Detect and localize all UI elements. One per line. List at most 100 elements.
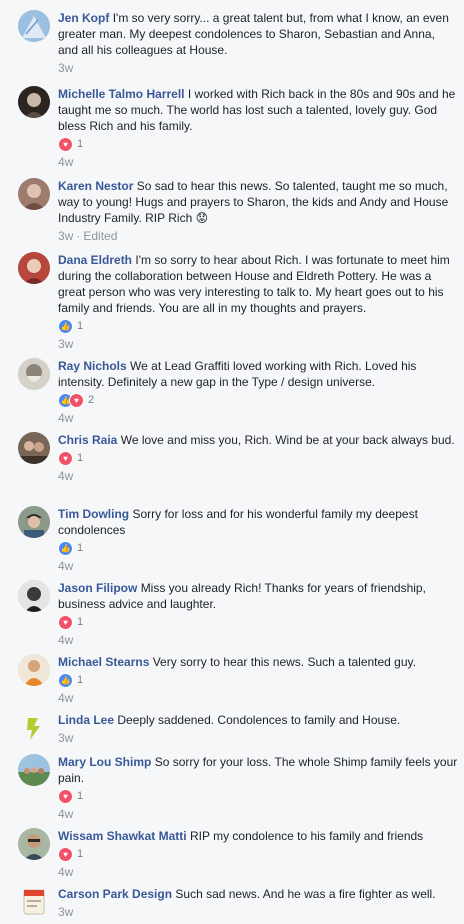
comment-author[interactable]: Karen Nestor	[58, 179, 133, 193]
comment-time[interactable]: 4w	[58, 155, 73, 169]
edited-label[interactable]: Edited	[83, 229, 117, 243]
comment-text: Chris Raia We love and miss you, Rich. W…	[58, 432, 458, 448]
meta-separator: ·	[76, 229, 81, 243]
comment-author[interactable]: Mary Lou Shimp	[58, 755, 151, 769]
comment-author[interactable]: Michelle Talmo Harrell	[58, 87, 185, 101]
comment-timestamp[interactable]: 4w	[58, 806, 458, 822]
comment-timestamp[interactable]: 4w	[58, 468, 458, 484]
comment-time[interactable]: 4w	[58, 469, 73, 483]
reaction-summary[interactable]: ♥ 1	[58, 136, 458, 152]
comment-text: Carson Park Design Such sad news. And he…	[58, 886, 458, 902]
comment-author[interactable]: Dana Eldreth	[58, 253, 132, 267]
comment-text: Michael Stearns Very sorry to hear this …	[58, 654, 458, 670]
comment-author[interactable]: Wissam Shawkat Matti	[58, 829, 187, 843]
comment-author[interactable]: Tim Dowling	[58, 507, 129, 521]
comment-time[interactable]: 4w	[58, 807, 73, 821]
comment-timestamp[interactable]: 4w	[58, 864, 458, 880]
comment-time[interactable]: 3w	[58, 61, 73, 75]
heart-icon: ♥	[58, 136, 73, 152]
avatar[interactable]	[18, 252, 50, 284]
like-icon: 👍	[58, 318, 73, 334]
comment-timestamp[interactable]: 4w	[58, 558, 458, 574]
comment-author[interactable]: Jen Kopf	[58, 11, 109, 25]
reaction-count: 1	[77, 138, 84, 150]
comment-author[interactable]: Chris Raia	[58, 433, 117, 447]
avatar[interactable]	[18, 10, 50, 42]
comment-text: Karen Nestor So sad to hear this news. S…	[58, 178, 458, 226]
avatar[interactable]	[18, 654, 50, 686]
comment-author[interactable]: Carson Park Design	[58, 887, 172, 901]
reaction-count: 1	[77, 542, 84, 554]
reaction-summary[interactable]: ♥ 1	[58, 450, 458, 466]
comment-message: We love and miss you, Rich. Wind be at y…	[120, 433, 455, 447]
comment-author[interactable]: Ray Nichols	[58, 359, 127, 373]
comment-text: Linda Lee Deeply saddened. Condolences t…	[58, 712, 458, 728]
reaction-summary[interactable]: 👍 1	[58, 540, 458, 556]
comment-timestamp[interactable]: 3w	[58, 904, 458, 920]
heart-icon: ♥	[58, 788, 73, 804]
avatar[interactable]	[18, 358, 50, 390]
heart-icon: ♥	[58, 846, 73, 862]
reaction-count: 1	[77, 320, 84, 332]
avatar[interactable]	[18, 178, 50, 210]
comment-message: Very sorry to hear this news. Such a tal…	[152, 655, 416, 669]
like-icon: 👍	[58, 540, 73, 556]
comment-time[interactable]: 4w	[58, 411, 73, 425]
reaction-count: 1	[77, 674, 84, 686]
avatar[interactable]	[18, 712, 50, 744]
comment-text: Jason Filipow Miss you already Rich! Tha…	[58, 580, 458, 612]
avatar[interactable]	[18, 432, 50, 464]
reaction-summary[interactable]: 👍 ♥ 2	[58, 392, 458, 408]
comment-time[interactable]: 4w	[58, 865, 73, 879]
comment-timestamp[interactable]: 3w	[58, 60, 458, 76]
comment-time[interactable]: 4w	[58, 633, 73, 647]
comment-message: I'm so very sorry... a great talent but,…	[58, 11, 449, 57]
comment-message: Deeply saddened. Condolences to family a…	[117, 713, 401, 727]
heart-icon: ♥	[58, 450, 73, 466]
reaction-summary[interactable]: 👍 1	[58, 672, 458, 688]
comment-text: Mary Lou Shimp So sorry for your loss. T…	[58, 754, 458, 786]
comment-timestamp[interactable]: 3w	[58, 730, 458, 746]
comment-timestamp[interactable]: 4w	[58, 690, 458, 706]
avatar[interactable]	[18, 86, 50, 118]
comment-text: Dana Eldreth I'm so sorry to hear about …	[58, 252, 458, 316]
reaction-summary[interactable]: ♥ 1	[58, 846, 458, 862]
comment-time[interactable]: 3w	[58, 337, 73, 351]
avatar[interactable]	[18, 828, 50, 860]
reaction-summary[interactable]: ♥ 1	[58, 614, 458, 630]
comment-text: Michelle Talmo Harrell I worked with Ric…	[58, 86, 458, 134]
reaction-summary[interactable]: 👍 1	[58, 318, 458, 334]
comment-meta: 3w · Edited	[58, 228, 458, 244]
avatar[interactable]	[18, 886, 50, 918]
avatar[interactable]	[18, 506, 50, 538]
reaction-count: 1	[77, 848, 84, 860]
reaction-count: 1	[77, 452, 84, 464]
comment-time[interactable]: 3w	[58, 731, 73, 745]
reaction-count: 1	[77, 616, 84, 628]
heart-icon: ♥	[69, 392, 84, 408]
comment-text: Jen Kopf I'm so very sorry... a great ta…	[58, 10, 458, 58]
comment-text: Tim Dowling Sorry for loss and for his w…	[58, 506, 458, 538]
like-icon: 👍	[58, 672, 73, 688]
comment-timestamp[interactable]: 3w	[58, 336, 458, 352]
comment-timestamp[interactable]: 4w	[58, 154, 458, 170]
comment-message: Such sad news. And he was a fire fighter…	[175, 887, 436, 901]
avatar[interactable]	[18, 754, 50, 786]
comment-time[interactable]: 4w	[58, 559, 73, 573]
comment-author[interactable]: Michael Stearns	[58, 655, 149, 669]
comment-list: Jen Kopf I'm so very sorry... a great ta…	[0, 0, 464, 924]
comment-timestamp[interactable]: 4w	[58, 410, 458, 426]
comment-author[interactable]: Jason Filipow	[58, 581, 137, 595]
comment-time[interactable]: 3w	[58, 905, 73, 919]
comment-text: Ray Nichols We at Lead Graffiti loved wo…	[58, 358, 458, 390]
comment-text: Wissam Shawkat Matti RIP my condolence t…	[58, 828, 458, 844]
reaction-count: 1	[77, 790, 84, 802]
reaction-summary[interactable]: ♥ 1	[58, 788, 458, 804]
comment-author[interactable]: Linda Lee	[58, 713, 114, 727]
comment-time[interactable]: 4w	[58, 691, 73, 705]
reaction-count: 2	[88, 394, 95, 406]
comment-timestamp[interactable]: 4w	[58, 632, 458, 648]
comment-message: RIP my condolence to his family and frie…	[189, 829, 424, 843]
avatar[interactable]	[18, 580, 50, 612]
comment-time[interactable]: 3w	[58, 229, 73, 243]
